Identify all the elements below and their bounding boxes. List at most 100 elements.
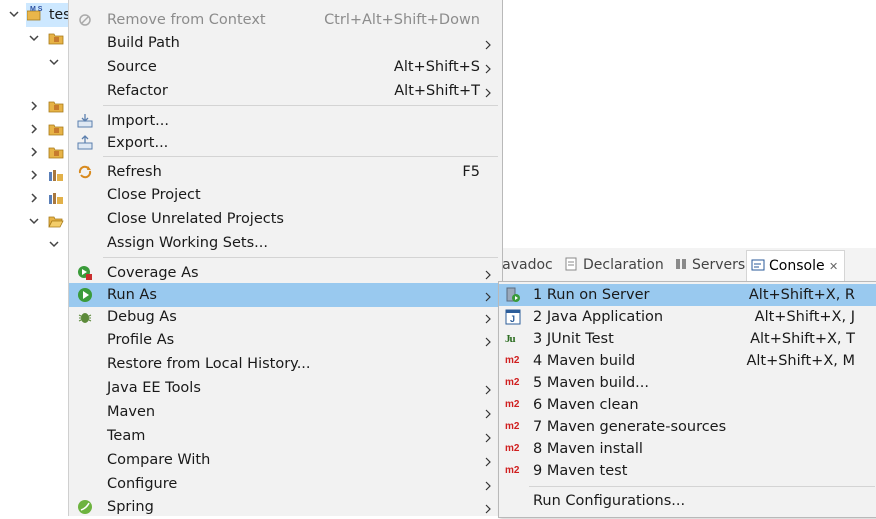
maven-icon: m2: [505, 399, 520, 410]
run-as-submenu: 1 Run on Server Alt+Shift+X, R J 2 Java …: [498, 281, 876, 518]
maven-icon: m2: [505, 355, 520, 366]
menu-item-label: Remove from Context: [107, 12, 266, 28]
tab-declaration-label: Declaration: [583, 257, 664, 273]
debug-icon: [77, 309, 93, 325]
chevron-down-icon[interactable]: [28, 215, 40, 227]
run-icon: [77, 287, 93, 303]
submenu-separator: [529, 486, 875, 487]
menu-item-shortcut: Alt+Shift+T: [394, 83, 480, 99]
coverage-icon: [77, 265, 93, 281]
menu-item-configure[interactable]: Configure: [69, 472, 502, 496]
maven-icon: m2: [505, 421, 520, 432]
chevron-right-icon[interactable]: [28, 100, 40, 112]
menu-item-export[interactable]: Export...: [69, 131, 502, 155]
chevron-right-icon: [484, 431, 492, 443]
chevron-right-icon: [484, 62, 492, 74]
menu-item-build-path[interactable]: Build Path: [69, 31, 502, 55]
menu-item-label: Assign Working Sets...: [107, 235, 269, 251]
menu-separator: [103, 257, 498, 258]
chevron-down-icon[interactable]: [48, 238, 60, 250]
chevron-down-icon[interactable]: [48, 56, 60, 68]
view-tab-strip: Javadoc Declaration Servers Console ✕: [490, 248, 876, 283]
menu-item-label: Export...: [107, 135, 169, 151]
menu-item-source[interactable]: Source Alt+Shift+S: [69, 55, 502, 79]
menu-item-shortcut: F5: [462, 164, 480, 180]
menu-item-label: Spring: [107, 499, 154, 515]
chevron-right-icon: [484, 290, 492, 302]
maven-project-icon: M S: [26, 5, 45, 21]
submenu-item-maven-install[interactable]: m2 8 Maven install: [499, 438, 876, 460]
chevron-right-icon: [484, 455, 492, 467]
menu-item-maven[interactable]: Maven: [69, 400, 502, 424]
package-folder-icon: [48, 122, 64, 136]
menu-item-team[interactable]: Team: [69, 424, 502, 448]
tab-console[interactable]: Console ✕: [746, 250, 846, 281]
submenu-item-maven-test[interactable]: m2 9 Maven test: [499, 460, 876, 482]
close-icon[interactable]: ✕: [829, 260, 838, 273]
chevron-right-icon: [484, 479, 492, 491]
menu-item-close-project[interactable]: Close Project: [69, 183, 502, 207]
menu-item-profile-as[interactable]: Profile As: [69, 328, 502, 352]
menu-item-import[interactable]: Import...: [69, 109, 502, 133]
tab-console-label: Console: [769, 258, 825, 274]
submenu-item-shortcut: Alt+Shift+X, T: [750, 331, 855, 347]
menu-item-java-ee-tools[interactable]: Java EE Tools: [69, 376, 502, 400]
tab-javadoc[interactable]: Javadoc: [498, 254, 553, 276]
menu-item-spring[interactable]: Spring: [69, 495, 502, 519]
submenu-item-maven-generate-sources[interactable]: m2 7 Maven generate-sources: [499, 416, 876, 438]
chevron-right-icon[interactable]: [28, 123, 40, 135]
submenu-item-maven-clean[interactable]: m2 6 Maven clean: [499, 394, 876, 416]
submenu-item-shortcut: Alt+Shift+X, J: [754, 309, 855, 325]
submenu-item-junit-test[interactable]: Ju 3 JUnit Test Alt+Shift+X, T: [499, 328, 876, 350]
maven-icon: m2: [505, 377, 520, 388]
chevron-right-icon: [484, 312, 492, 324]
menu-item-run-as[interactable]: Run As: [69, 283, 502, 307]
submenu-item-label: 6 Maven clean: [533, 397, 639, 413]
menu-item-label: Close Project: [107, 187, 201, 203]
submenu-item-maven-build-dialog[interactable]: m2 5 Maven build...: [499, 372, 876, 394]
menu-item-refresh[interactable]: Refresh F5: [69, 160, 502, 184]
menu-item-compare-with[interactable]: Compare With: [69, 448, 502, 472]
menu-item-label: Import...: [107, 113, 169, 129]
chevron-right-icon: [484, 86, 492, 98]
chevron-right-icon[interactable]: [28, 146, 40, 158]
submenu-item-run-configurations[interactable]: Run Configurations...: [499, 490, 876, 512]
submenu-item-label: 5 Maven build...: [533, 375, 650, 391]
menu-item-remove-from-context[interactable]: Remove from Context Ctrl+Alt+Shift+Down: [69, 8, 502, 32]
chevron-right-icon[interactable]: [28, 192, 40, 204]
library-icon: [48, 168, 64, 182]
refresh-icon: [77, 164, 93, 180]
submenu-item-java-application[interactable]: J 2 Java Application Alt+Shift+X, J: [499, 306, 876, 328]
menu-item-close-unrelated-projects[interactable]: Close Unrelated Projects: [69, 207, 502, 231]
submenu-item-label: 7 Maven generate-sources: [533, 419, 727, 435]
chevron-down-icon[interactable]: [28, 32, 40, 44]
tab-servers[interactable]: Servers: [674, 254, 745, 276]
chevron-right-icon[interactable]: [28, 169, 40, 181]
chevron-right-icon: [484, 502, 492, 514]
import-icon: [77, 113, 93, 129]
tab-declaration[interactable]: Declaration: [565, 254, 664, 276]
submenu-item-run-on-server[interactable]: 1 Run on Server Alt+Shift+X, R: [499, 284, 876, 306]
menu-item-assign-working-sets[interactable]: Assign Working Sets...: [69, 231, 502, 255]
menu-item-label: Build Path: [107, 35, 180, 51]
menu-item-label: Profile As: [107, 332, 175, 348]
library-icon: [48, 191, 64, 205]
chevron-down-icon[interactable]: [8, 8, 20, 20]
menu-item-coverage-as[interactable]: Coverage As: [69, 261, 502, 285]
server-run-icon: [505, 287, 521, 303]
svg-text:M S: M S: [30, 6, 43, 13]
submenu-item-label: 3 JUnit Test: [533, 331, 614, 347]
console-icon: [751, 253, 765, 271]
menu-item-label: Refactor: [107, 83, 168, 99]
chevron-right-icon: [484, 335, 492, 347]
menu-separator: [103, 156, 498, 157]
menu-item-refactor[interactable]: Refactor Alt+Shift+T: [69, 79, 502, 103]
junit-icon: Ju: [505, 333, 516, 345]
menu-item-debug-as[interactable]: Debug As: [69, 305, 502, 329]
package-folder-icon: [48, 99, 64, 113]
submenu-item-maven-build[interactable]: m2 4 Maven build Alt+Shift+X, M: [499, 350, 876, 372]
menu-item-label: Refresh: [107, 164, 162, 180]
menu-item-restore-local-history[interactable]: Restore from Local History...: [69, 352, 502, 376]
submenu-item-label: 1 Run on Server: [533, 287, 650, 303]
menu-item-shortcut: Alt+Shift+S: [393, 59, 480, 75]
